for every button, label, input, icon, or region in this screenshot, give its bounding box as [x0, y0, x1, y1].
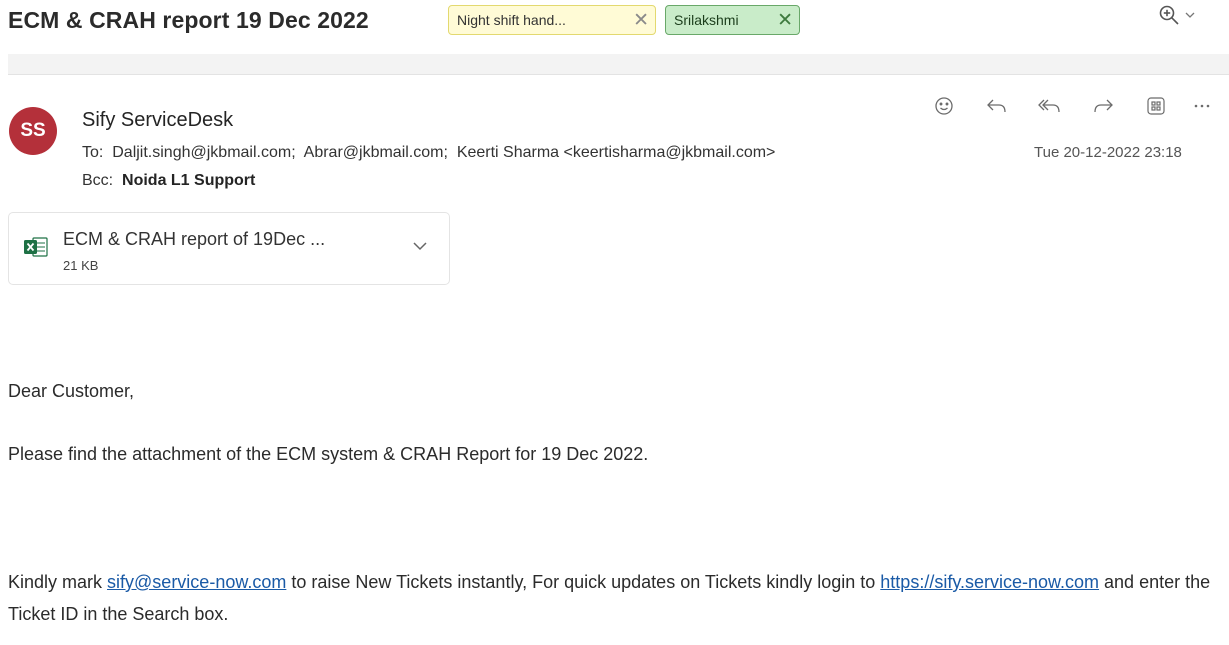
attachment-size: 21 KB — [63, 258, 99, 273]
bcc-recipients: Bcc: Noida L1 Support — [82, 172, 255, 190]
url-link[interactable]: https://sify.service-now.com — [880, 572, 1099, 592]
avatar: SS — [9, 107, 57, 155]
reply-button[interactable] — [970, 92, 1023, 120]
emoji-icon — [934, 97, 953, 115]
chevron-down-icon — [413, 242, 427, 251]
text: to raise New Tickets instantly, For quic… — [286, 572, 881, 592]
remove-tag-icon[interactable]: ✕ — [777, 11, 793, 30]
reply-icon — [986, 99, 1006, 113]
tag-label: Night shift hand... — [457, 12, 566, 28]
text: Kindly mark — [8, 572, 108, 592]
attachment-menu-button[interactable] — [411, 239, 429, 258]
tag-label: Srilakshmi — [674, 12, 739, 28]
excel-file-icon — [23, 235, 49, 264]
email-subject: ECM & CRAH report 19 Dec 2022 — [8, 7, 369, 33]
emoji-button[interactable] — [917, 92, 970, 120]
sent-date: Tue 20-12-2022 23:18 — [1034, 144, 1182, 161]
attachment-card[interactable]: ECM & CRAH report of 19Dec ... 21 KB — [8, 212, 450, 285]
message-actions — [917, 92, 1222, 120]
header-divider — [8, 54, 1229, 75]
body-paragraph: Please find the attachment of the ECM sy… — [8, 444, 649, 464]
greeting: Dear Customer, — [8, 381, 135, 401]
to-recipients: To: Daljit.singh@jkbmail.com; Abrar@jkbm… — [82, 144, 775, 162]
to-list[interactable]: Daljit.singh@jkbmail.com; Abrar@jkbmail.… — [112, 144, 775, 161]
bcc-label: Bcc: — [82, 172, 114, 189]
forward-icon — [1093, 99, 1113, 113]
sender-name[interactable]: Sify ServiceDesk — [82, 109, 233, 132]
zoom-button[interactable] — [1158, 4, 1196, 26]
category-tag-srilakshmi[interactable]: Srilakshmi ✕ — [665, 5, 800, 35]
body-paragraph-links: Kindly mark sify@service-now.com to rais… — [8, 566, 1223, 630]
forward-button[interactable] — [1076, 92, 1129, 120]
to-label: To: — [82, 144, 104, 161]
apps-button[interactable] — [1129, 92, 1182, 120]
more-icon — [1194, 104, 1210, 108]
remove-tag-icon[interactable]: ✕ — [633, 11, 649, 30]
reply-all-icon — [1037, 99, 1060, 113]
more-button[interactable] — [1182, 92, 1222, 120]
zoom-in-icon — [1159, 5, 1179, 25]
category-tag-night-shift[interactable]: Night shift hand... ✕ — [448, 5, 656, 35]
apps-icon — [1146, 97, 1165, 115]
bcc-list[interactable]: Noida L1 Support — [122, 172, 255, 189]
email-link[interactable]: sify@service-now.com — [107, 572, 286, 592]
attachment-name[interactable]: ECM & CRAH report of 19Dec ... — [63, 229, 325, 250]
reply-all-button[interactable] — [1023, 92, 1076, 120]
chevron-down-icon — [1185, 12, 1195, 18]
